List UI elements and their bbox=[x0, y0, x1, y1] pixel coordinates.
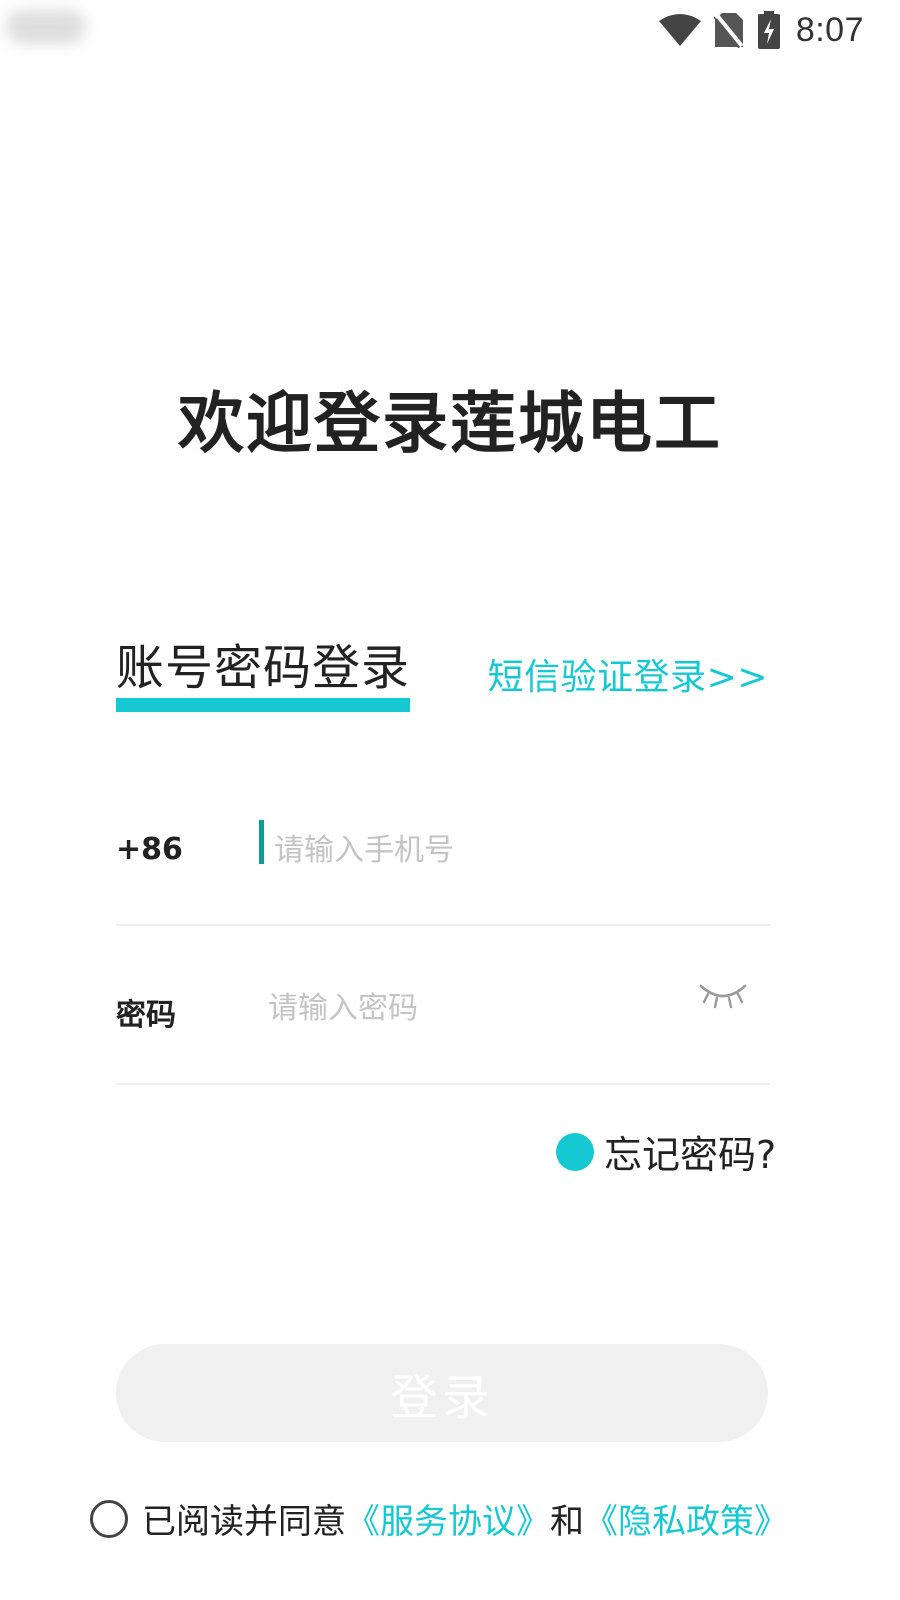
battery-charging-icon bbox=[757, 11, 780, 49]
agreement-conjunction: 和 bbox=[550, 1502, 584, 1542]
status-time: 8:07 bbox=[795, 10, 864, 49]
phone-field-divider bbox=[116, 924, 770, 926]
login-button[interactable]: 登录 bbox=[116, 1344, 768, 1442]
page-title: 欢迎登录莲城电工 bbox=[178, 385, 722, 462]
wifi-icon bbox=[658, 14, 701, 46]
login-screen: 8:07 欢迎登录莲城电工 账号密码登录 短信验证登录>> +86 密码 忘记密… bbox=[0, 0, 900, 1600]
agreement-row: 已阅读并同意 《服务协议》 和 《隐私政策》 bbox=[90, 1494, 788, 1543]
forgot-password-text: 忘记密码? bbox=[604, 1133, 777, 1177]
no-sim-icon bbox=[713, 12, 744, 48]
status-bar: 8:07 bbox=[0, 0, 900, 60]
service-agreement-link[interactable]: 《服务协议》 bbox=[346, 1494, 550, 1543]
status-icons: 8:07 bbox=[658, 8, 864, 52]
password-field-row: 密码 bbox=[116, 982, 770, 1090]
phone-input[interactable] bbox=[268, 824, 688, 876]
tab-password-login[interactable]: 账号密码登录 bbox=[116, 628, 410, 698]
forgot-password-dot-icon bbox=[556, 1132, 594, 1171]
password-input[interactable] bbox=[262, 982, 682, 1034]
text-cursor bbox=[259, 820, 264, 864]
privacy-policy-link[interactable]: 《隐私政策》 bbox=[584, 1494, 788, 1543]
status-notification-blur bbox=[6, 10, 86, 44]
phone-field-row: +86 bbox=[116, 820, 770, 932]
eye-closed-icon[interactable] bbox=[698, 976, 748, 1012]
tab-active-indicator bbox=[116, 698, 410, 712]
password-field-divider bbox=[116, 1083, 770, 1085]
country-code-label[interactable]: +86 bbox=[116, 832, 183, 867]
agreement-checkbox[interactable] bbox=[90, 1499, 128, 1538]
tab-sms-login[interactable]: 短信验证登录>> bbox=[488, 648, 768, 700]
password-label: 密码 bbox=[116, 998, 176, 1033]
agreement-prefix: 已阅读并同意 bbox=[142, 1502, 346, 1542]
forgot-password-link[interactable]: 忘记密码? bbox=[556, 1124, 776, 1179]
